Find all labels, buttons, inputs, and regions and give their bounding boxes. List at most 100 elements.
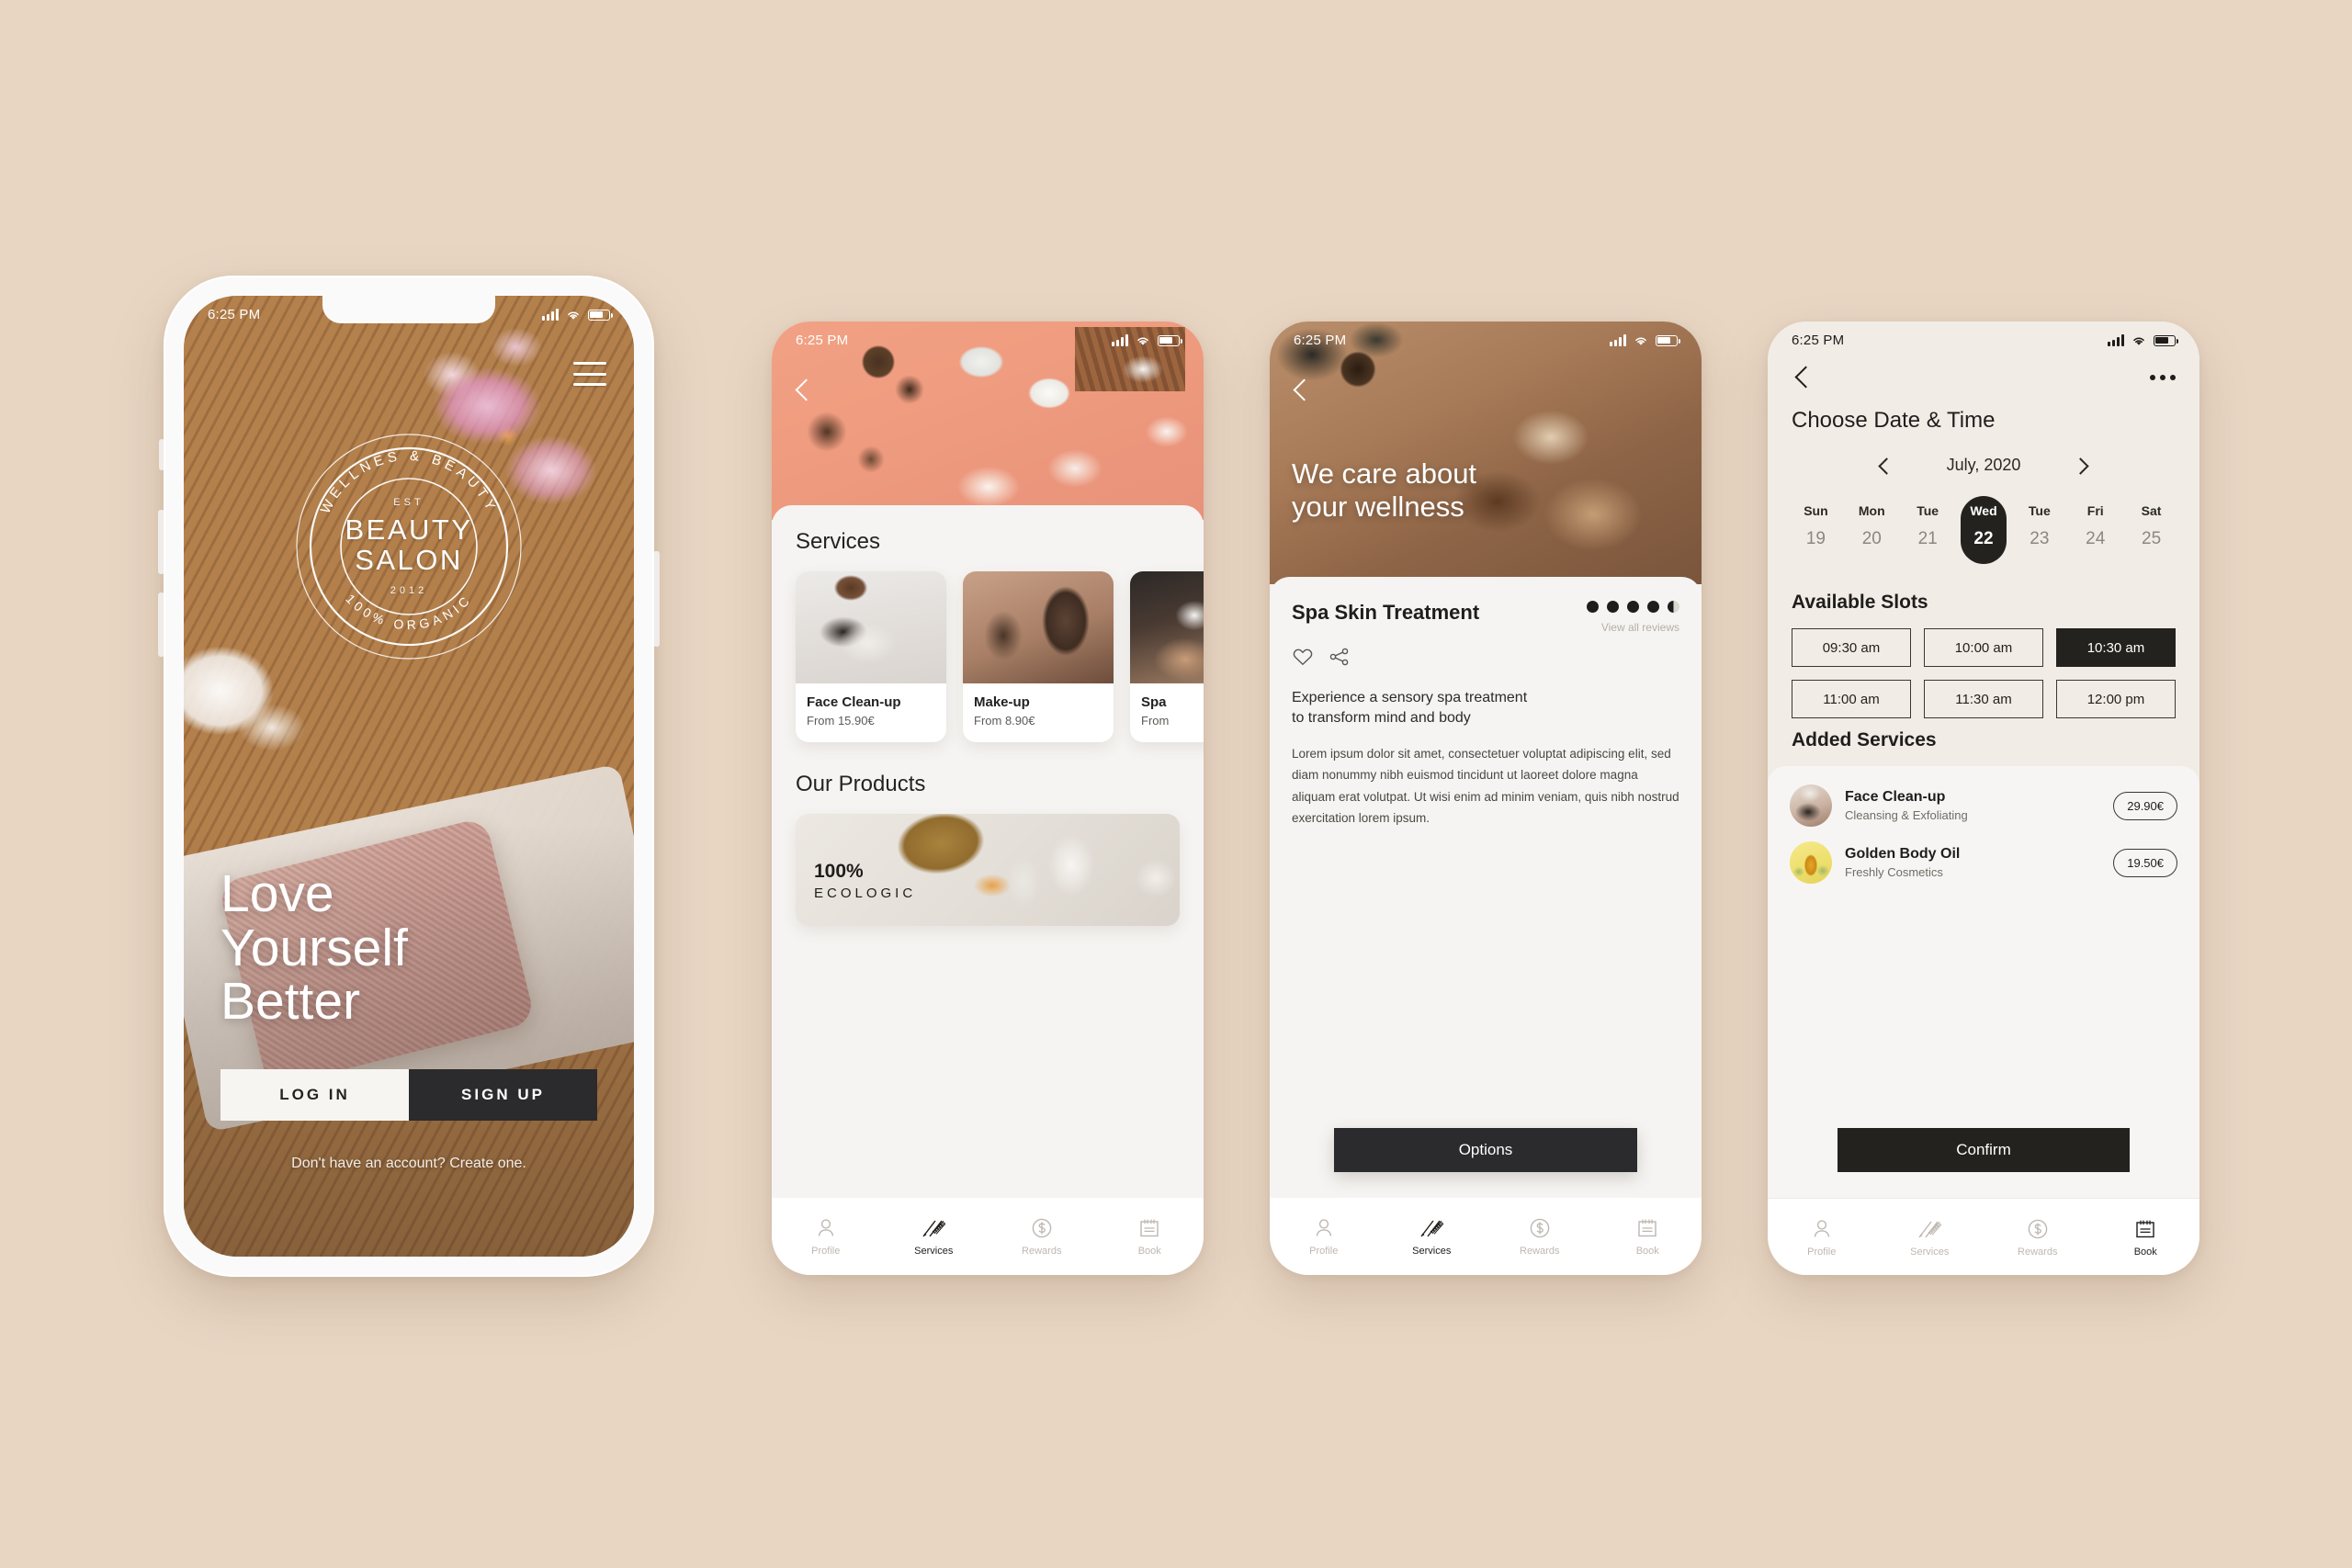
tab-rewards[interactable]: Rewards xyxy=(1486,1216,1594,1257)
tab-profile[interactable]: Profile xyxy=(772,1216,880,1257)
prev-month-button[interactable] xyxy=(1877,457,1894,474)
log-in-button[interactable]: LOG IN xyxy=(220,1069,409,1121)
headline-line-1: Love xyxy=(220,863,334,923)
logo-line1: BEAUTY xyxy=(345,513,473,547)
detail-actions xyxy=(1292,647,1679,671)
signal-bars-icon xyxy=(542,308,559,321)
tab-profile-label: Profile xyxy=(1309,1246,1339,1257)
brand-logo-badge: WELLNES & BEAUTY 100% ORGANIC EST BEAUTY… xyxy=(294,432,524,661)
calendar-day-name: Tue xyxy=(1917,503,1939,518)
time-slot[interactable]: 11:00 am xyxy=(1792,680,1911,718)
product-banner[interactable]: 100% ECOLOGIC xyxy=(796,814,1180,926)
signal-bars-icon xyxy=(1112,333,1128,346)
calendar-day[interactable]: Fri 24 xyxy=(2067,496,2123,557)
status-bar-icons xyxy=(1112,333,1182,346)
calendar-day[interactable]: Sat 25 xyxy=(2123,496,2179,557)
added-services-panel: Face Clean-up Cleansing & Exfoliating 29… xyxy=(1768,766,2199,1200)
services-section-title: Services xyxy=(796,529,881,554)
mute-switch[interactable] xyxy=(159,439,164,470)
services-carousel[interactable]: Face Clean-up From 15.90€ Make-up From 8… xyxy=(772,571,1204,759)
added-service-price[interactable]: 19.50€ xyxy=(2113,848,2177,877)
tab-book[interactable]: Book xyxy=(1096,1216,1204,1257)
battery-icon xyxy=(1656,334,1680,346)
service-avatar xyxy=(1790,784,1832,827)
status-bar-icons xyxy=(2108,333,2178,346)
user-icon xyxy=(1814,1219,1829,1237)
power-button[interactable] xyxy=(653,551,660,647)
service-card[interactable]: Face Clean-up From 15.90€ xyxy=(796,571,946,742)
added-service-row[interactable]: Golden Body Oil Freshly Cosmetics 19.50€ xyxy=(1790,841,2177,884)
calendar-day-name: Wed xyxy=(1970,503,1997,518)
time-slot[interactable]: 12:00 pm xyxy=(2056,680,2176,718)
phone-2-services: 6:25 PM Services Face Clean-up From 15.9… xyxy=(772,321,1204,1275)
detail-header-row: Spa Skin Treatment View all reviews xyxy=(1292,601,1679,634)
calendar-day[interactable]: Tue 23 xyxy=(2011,496,2067,557)
status-bar: 6:25 PM xyxy=(1768,321,2199,358)
service-card[interactable]: Spa From xyxy=(1130,571,1204,742)
confirm-button[interactable]: Confirm xyxy=(1838,1128,2130,1172)
tab-profile[interactable]: Profile xyxy=(1768,1217,1876,1258)
tab-rewards[interactable]: Rewards xyxy=(1984,1217,2092,1258)
hamburger-menu-icon[interactable] xyxy=(573,362,606,386)
time-slot[interactable]: 11:30 am xyxy=(1924,680,2043,718)
options-button[interactable]: Options xyxy=(1334,1128,1637,1172)
time-slot-selected[interactable]: 10:30 am xyxy=(2056,628,2176,667)
dollar-circle-icon xyxy=(2028,1219,2048,1238)
added-service-price[interactable]: 29.90€ xyxy=(2113,791,2177,820)
heart-icon[interactable] xyxy=(1292,647,1314,671)
tab-rewards-label: Rewards xyxy=(1022,1246,1062,1257)
share-icon[interactable] xyxy=(1329,647,1351,671)
calendar-day-number: 24 xyxy=(2086,529,2106,548)
next-month-button[interactable] xyxy=(2074,457,2090,474)
service-lead-text: Experience a sensory spa treatment to tr… xyxy=(1292,688,1679,728)
product-percent: 100% xyxy=(814,861,864,882)
tab-rewards[interactable]: Rewards xyxy=(988,1216,1096,1257)
tab-services[interactable]: Services xyxy=(1876,1217,1984,1258)
service-avatar xyxy=(1790,841,1832,884)
more-horizontal-icon[interactable] xyxy=(2150,375,2176,380)
status-bar: 6:25 PM xyxy=(1270,321,1702,358)
booking-top-bar xyxy=(1792,366,2176,389)
service-meta: Make-up From 8.90€ xyxy=(963,683,1114,742)
sign-up-button[interactable]: SIGN UP xyxy=(409,1069,597,1121)
calendar-day-number: 20 xyxy=(1861,529,1882,548)
service-price: From 8.90€ xyxy=(974,714,1035,728)
lead-line-1: Experience a sensory spa treatment xyxy=(1292,690,1528,705)
tab-book[interactable]: Book xyxy=(2092,1217,2200,1258)
logo-line2: SALON xyxy=(355,544,463,576)
rating-dots xyxy=(1587,601,1679,613)
service-title: Spa Skin Treatment xyxy=(1292,601,1480,624)
page-title: Love Yourself Better xyxy=(220,867,408,1029)
service-body-text: Lorem ipsum dolor sit amet, consectetuer… xyxy=(1292,747,1679,825)
back-button[interactable] xyxy=(1792,366,1815,389)
added-service-sub: Freshly Cosmetics xyxy=(1845,865,1943,879)
tab-book[interactable]: Book xyxy=(1594,1216,1702,1257)
tab-services[interactable]: Services xyxy=(1378,1216,1487,1257)
phone-3-service-detail: We care about your wellness 6:25 PM Spa … xyxy=(1270,321,1702,1275)
calendar-day[interactable]: Mon 20 xyxy=(1844,496,1900,557)
volume-down-button[interactable] xyxy=(158,592,164,657)
added-service-row[interactable]: Face Clean-up Cleansing & Exfoliating 29… xyxy=(1790,784,2177,827)
view-all-reviews-link[interactable]: View all reviews xyxy=(1587,621,1679,634)
calendar-day[interactable]: Tue 21 xyxy=(1900,496,1956,557)
calendar-day-number: 22 xyxy=(1973,529,1994,548)
calendar-day[interactable]: Sun 19 xyxy=(1788,496,1844,557)
service-price: From 15.90€ xyxy=(807,714,875,728)
time-slot[interactable]: 10:00 am xyxy=(1924,628,2043,667)
tab-services[interactable]: Services xyxy=(880,1216,989,1257)
calendar-day-name: Tue xyxy=(2028,503,2051,518)
create-account-link[interactable]: Don't have an account? Create one. xyxy=(184,1156,634,1172)
tab-profile[interactable]: Profile xyxy=(1270,1216,1378,1257)
logo-center-text: EST BEAUTY SALON 2012 xyxy=(294,432,524,661)
tab-rewards-label: Rewards xyxy=(1520,1246,1560,1257)
volume-up-button[interactable] xyxy=(158,510,164,574)
service-card[interactable]: Make-up From 8.90€ xyxy=(963,571,1114,742)
back-button[interactable] xyxy=(1290,378,1314,402)
calendar-icon xyxy=(1140,1219,1159,1237)
logo-est: EST xyxy=(393,497,424,509)
product-label: ECOLOGIC xyxy=(814,886,917,901)
phone-4-booking: 6:25 PM Choose Date & Time July, 2020 Su… xyxy=(1768,321,2199,1275)
back-button[interactable] xyxy=(792,378,816,402)
calendar-day-selected[interactable]: Wed 22 xyxy=(1956,496,2012,564)
time-slot[interactable]: 09:30 am xyxy=(1792,628,1911,667)
